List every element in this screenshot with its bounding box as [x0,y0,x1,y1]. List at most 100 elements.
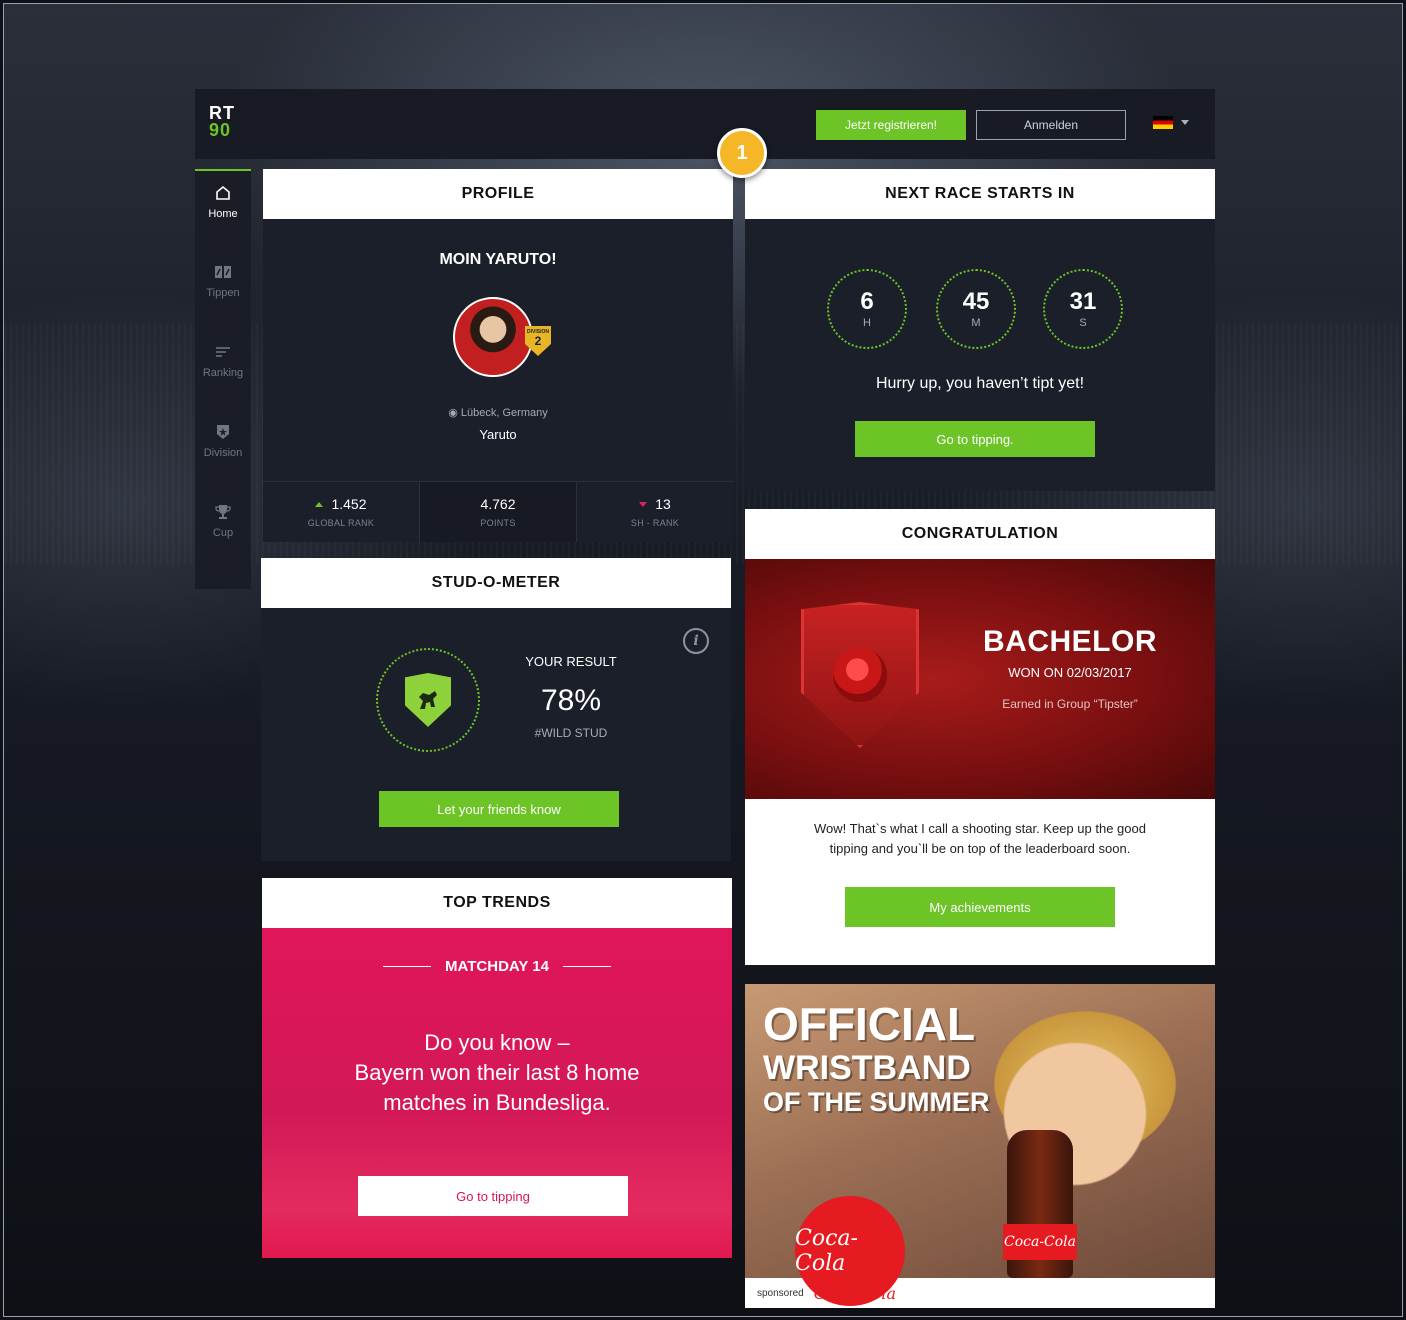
timer-seconds: 31 S [1043,269,1123,349]
divider [383,966,432,967]
congratulation-footer: Wow! That`s what I call a shooting star.… [745,799,1215,965]
sidebar-item-label: Tippen [206,287,240,299]
sidebar-item-label: Division [203,447,243,459]
timer-value: 6 [860,288,874,315]
achievement-date: WON ON 02/03/2017 [1008,665,1132,680]
stud-o-meter-card: STUD-O-METER i YOUR RESULT 78% #WILD STU… [261,558,731,861]
achievement-banner: BACHELOR WON ON 02/03/2017 Earned in Gro… [745,559,1215,799]
result-value: 78% [540,684,602,717]
rt90-logo[interactable]: RT 90 [209,104,235,140]
sponsored-ad[interactable]: OFFICIAL WRISTBAND OF THE SUMMER Coca-Co… [745,984,1215,1308]
trend-go-to-tipping-button[interactable]: Go to tipping [358,1176,628,1216]
division-icon [217,425,229,439]
achievement-name: BACHELOR [983,625,1157,658]
sidebar-item-label: Cup [212,527,234,539]
register-button[interactable]: Jetzt registrieren! [816,110,966,140]
rose-icon [833,648,887,702]
stat-label: GLOBAL RANK [307,518,375,528]
sidebar-item-home[interactable]: Home [195,169,251,233]
profile-title: PROFILE [263,169,733,219]
timer-value: 45 [962,288,990,315]
trend-fact: Do you know – Bayern won their last 8 ho… [302,1028,692,1118]
congratulation-card: CONGRATULATION BACHELOR WON ON 02/03/201… [745,509,1215,965]
timer-value: 31 [1069,288,1097,315]
location-text: Lübeck, Germany [460,407,548,419]
chevron-down-icon [1181,120,1189,125]
sidebar-item-cup[interactable]: Cup [195,489,251,553]
cup-icon [215,505,231,519]
next-race-card: NEXT RACE STARTS IN 6 H 45 M 31 S Hurry … [745,169,1215,491]
share-button[interactable]: Let your friends know [379,791,619,827]
stat-points: 4.762 POINTS [420,482,577,542]
step-badge: 1 [717,128,767,178]
ranking-icon [216,347,230,357]
message-line: Wow! That`s what I call a shooting star.… [814,821,1146,836]
login-button[interactable]: Anmelden [976,110,1126,140]
hurry-message: Hurry up, you haven’t tipt yet! [875,375,1085,392]
stat-value: 1.452 [331,496,367,512]
rose-badge-icon [801,602,919,748]
stat-sh-rank: 13 SH - RANK [577,482,733,542]
timer-hours: 6 H [827,269,907,349]
result-label: YOUR RESULT [525,654,617,669]
sidebar-item-division[interactable]: Division [195,409,251,473]
sponsored-label: sponsored [757,1287,804,1299]
fact-line: matches in Bundesliga. [383,1090,611,1115]
go-to-tipping-button[interactable]: Go to tipping. [855,421,1095,457]
sidebar-item-label: Home [208,208,238,220]
germany-flag-icon [1153,116,1173,129]
next-race-title: NEXT RACE STARTS IN [745,169,1215,219]
stud-o-meter-body: i YOUR RESULT 78% #WILD STUD Let your fr… [261,608,731,861]
top-bar: RT 90 Jetzt registrieren! Anmelden [195,89,1215,159]
home-icon [216,185,230,200]
avatar[interactable] [453,297,533,377]
tippen-icon [215,266,231,278]
bottle-label-logo: Coca-Cola [1003,1224,1077,1260]
stat-value: 4.762 [480,496,516,512]
sidebar: Home Tippen Ranking Division Cup [195,169,251,589]
fact-line: Do you know – [424,1030,570,1055]
matchday-label: MATCHDAY 14 [445,958,549,975]
congratulation-title: CONGRATULATION [745,509,1215,559]
fact-line: Bayern won their last 8 home [354,1060,640,1085]
message-line: tipping and you`ll be on top of the lead… [829,841,1131,856]
ad-headline: OFFICIAL [763,998,976,1050]
stat-global-rank: 1.452 GLOBAL RANK [263,482,420,542]
timer-unit: S [1079,317,1087,329]
next-race-body: 6 H 45 M 31 S Hurry up, you haven’t tipt… [745,219,1215,491]
username: Yaruto [479,427,517,442]
timer-unit: M [971,317,981,329]
stud-o-meter-title: STUD-O-METER [261,558,731,608]
sidebar-item-tippen[interactable]: Tippen [195,249,251,313]
trend-down-icon [639,501,648,507]
stat-label: POINTS [480,518,516,528]
profile-stats: 1.452 GLOBAL RANK 4.762 POINTS 13 SH - R… [263,481,733,542]
sponsor-logo: Coca-Cola [813,1283,897,1303]
divider [562,966,611,967]
achievement-group: Earned in Group “Tipster” [1002,697,1138,711]
info-icon[interactable]: i [683,628,709,654]
congratulation-message: Wow! That`s what I call a shooting star.… [785,819,1175,859]
horse-shield-icon [405,673,451,727]
top-trends-title: TOP TRENDS [262,878,732,928]
logo-line2: 90 [209,120,232,140]
profile-body: MOIN YARUTO! DIVISION 2 ◉ Lübeck, German… [263,219,733,542]
location-pin-icon: ◉ [448,407,461,419]
ad-headline: OF THE SUMMER [763,1087,990,1117]
horse-icon [419,691,437,709]
ad-headline: WRISTBAND [763,1049,971,1087]
language-selector[interactable] [1153,116,1189,129]
timer-minutes: 45 M [936,269,1016,349]
ad-footer: sponsored Coca-Cola [745,1278,1215,1308]
top-trends-body: MATCHDAY 14 Do you know – Bayern won the… [262,928,732,1258]
sidebar-item-label: Ranking [202,367,244,379]
matchday-heading: MATCHDAY 14 [262,958,732,975]
trend-up-icon [315,501,324,507]
top-trends-card: TOP TRENDS MATCHDAY 14 Do you know – Bay… [262,878,732,1258]
location: ◉ Lübeck, Germany [263,406,733,419]
my-achievements-button[interactable]: My achievements [845,887,1115,927]
timer-unit: H [863,317,871,329]
stat-value: 13 [655,496,671,512]
sidebar-item-ranking[interactable]: Ranking [195,329,251,393]
stat-label: SH - RANK [630,518,680,528]
